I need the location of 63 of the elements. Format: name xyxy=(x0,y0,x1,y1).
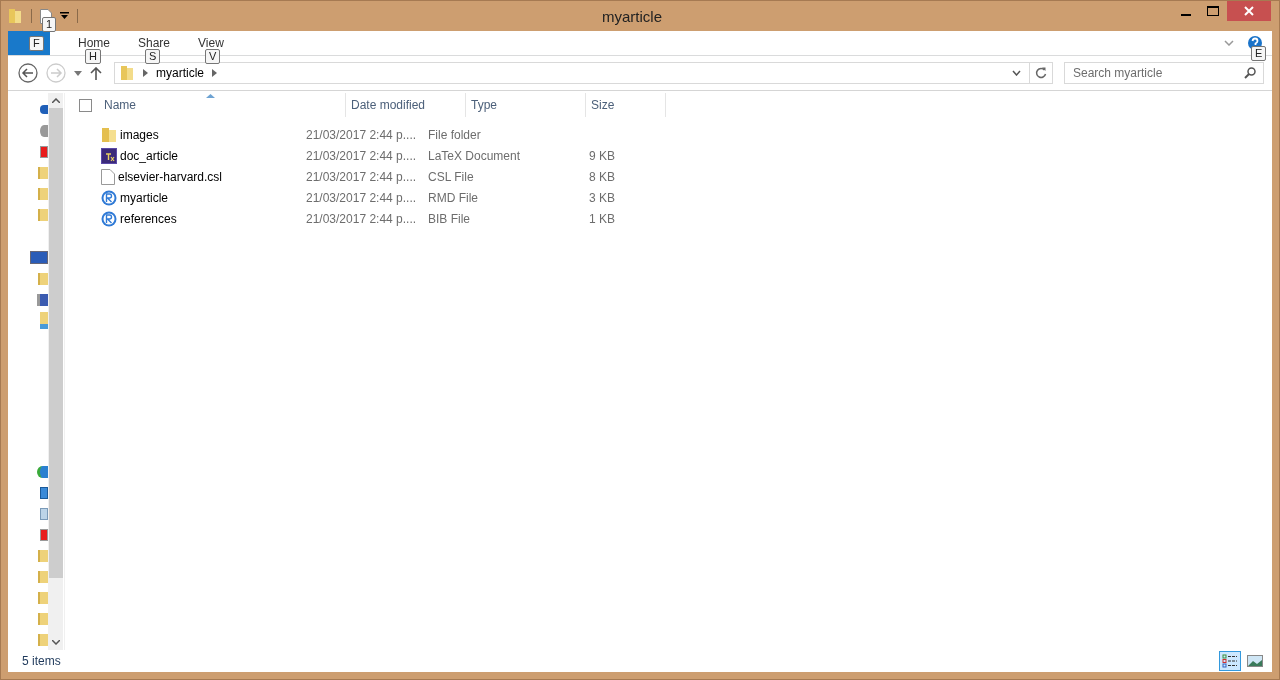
ribbon-tab[interactable]: Share xyxy=(138,34,171,52)
scrollbar-thumb[interactable] xyxy=(48,108,63,578)
type-cell-text: LaTeX Document xyxy=(427,148,522,163)
r-file-icon xyxy=(101,189,117,206)
keytip: S xyxy=(145,49,161,64)
column-header[interactable]: Size xyxy=(591,98,615,112)
refresh-button[interactable] xyxy=(1029,62,1053,84)
keytip: V xyxy=(205,49,221,64)
scroll-down-icon[interactable] xyxy=(51,640,60,645)
up-icon[interactable] xyxy=(90,66,102,80)
search-icon[interactable] xyxy=(1244,67,1256,79)
address-bar[interactable]: myarticle xyxy=(114,62,1030,84)
keytip: H xyxy=(85,49,101,64)
sort-icon xyxy=(206,94,215,98)
folder-icon xyxy=(101,126,117,143)
select-all-checkbox[interactable] xyxy=(79,98,92,112)
ribbon-tab[interactable]: View xyxy=(198,34,224,52)
minimize-icon xyxy=(1181,13,1192,16)
date-cell-text: 21/03/2017 2:44 p.... xyxy=(305,190,418,205)
window-title: myarticle xyxy=(602,8,662,25)
type-cell-text: BIB File xyxy=(427,211,471,226)
r-file-icon xyxy=(101,210,117,227)
type-cell-text: RMD File xyxy=(427,190,479,205)
keytip: E xyxy=(1251,46,1267,61)
folder-icon xyxy=(121,65,135,81)
keytip: 1 xyxy=(42,17,57,32)
keytip: F xyxy=(29,36,44,51)
file-name[interactable]: images xyxy=(120,127,159,142)
search-field[interactable]: Search myarticle xyxy=(1064,62,1264,84)
size-cell: 9 KB xyxy=(589,148,615,163)
dropdown-icon[interactable] xyxy=(60,12,69,20)
arrow-icon[interactable] xyxy=(212,69,217,77)
dropdown-icon[interactable] xyxy=(74,70,82,76)
file-name[interactable]: elsevier-harvard.csl xyxy=(118,169,223,184)
date-cell-text: 21/03/2017 2:44 p.... xyxy=(305,148,418,163)
date-cell-text: 21/03/2017 2:44 p.... xyxy=(305,169,418,184)
arrow-icon[interactable] xyxy=(143,69,148,77)
size-cell: 1 KB xyxy=(589,211,615,226)
size-cell: 8 KB xyxy=(589,169,615,184)
column-header[interactable]: Name xyxy=(104,98,136,112)
refresh-icon xyxy=(1035,67,1047,79)
item-count: 5 items xyxy=(22,654,61,668)
file-name[interactable]: references xyxy=(120,211,177,226)
file-name[interactable]: doc_article xyxy=(120,148,179,163)
size-cell: 3 KB xyxy=(589,190,615,205)
file-name[interactable]: myarticle xyxy=(120,190,168,205)
close-button[interactable] xyxy=(1227,1,1271,21)
date-cell-text: 21/03/2017 2:44 p.... xyxy=(305,127,418,142)
column-header[interactable]: Type xyxy=(471,98,497,112)
date-cell-text: 21/03/2017 2:44 p.... xyxy=(305,211,418,226)
scroll-up-icon[interactable] xyxy=(51,98,60,103)
maximize-icon xyxy=(1207,6,1220,16)
file-icon xyxy=(101,168,115,185)
column-header[interactable]: Date modified xyxy=(351,98,426,112)
breadcrumb[interactable]: myarticle xyxy=(156,66,204,80)
chevron-icon[interactable] xyxy=(1012,70,1021,76)
type-cell-text: CSL File xyxy=(427,169,475,184)
back-icon[interactable] xyxy=(18,63,38,83)
tex-file-icon xyxy=(101,147,117,164)
details-view-button[interactable] xyxy=(1219,651,1241,671)
type-cell-text: File folder xyxy=(427,127,482,142)
ribbon-tab[interactable]: Home xyxy=(78,34,110,52)
close-icon xyxy=(1244,6,1254,16)
